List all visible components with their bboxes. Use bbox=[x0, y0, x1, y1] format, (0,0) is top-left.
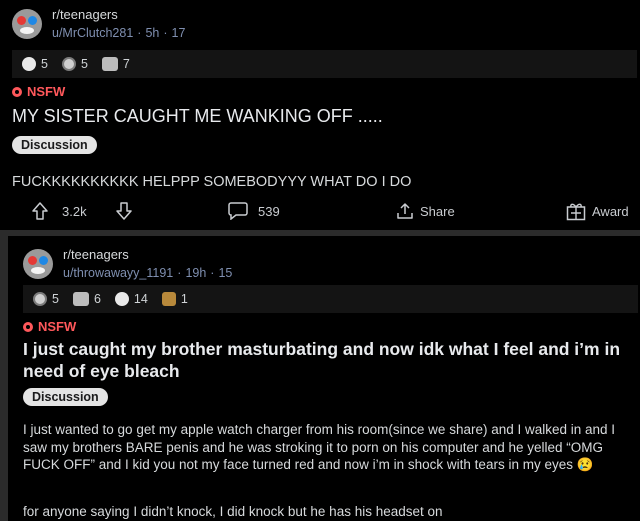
award-item: 7 bbox=[101, 57, 130, 71]
upvote-button[interactable]: 3.2k bbox=[32, 202, 87, 220]
wholesome-award-icon bbox=[22, 57, 36, 71]
post-body-paragraph: I just wanted to go get my apple watch c… bbox=[23, 422, 616, 472]
subreddit-name[interactable]: r/teenagers bbox=[52, 6, 185, 24]
share-label: Share bbox=[420, 203, 455, 219]
post-time: 5h bbox=[145, 26, 160, 40]
upvote-icon bbox=[32, 202, 48, 220]
post-flair[interactable]: Discussion bbox=[23, 388, 108, 406]
post-header: r/teenagers u/throwawayy_1191 · 19h · 15 bbox=[23, 246, 232, 282]
subreddit-avatar[interactable] bbox=[23, 249, 53, 279]
downvote-button[interactable] bbox=[116, 202, 132, 220]
post-card-1[interactable]: r/teenagers u/MrClutch281 · 5h · 17 5 5 7 NS… bbox=[0, 0, 640, 230]
post-title[interactable]: I just caught my brother masturbating an… bbox=[23, 338, 623, 382]
gold-award-icon bbox=[161, 292, 176, 306]
post-byline: u/MrClutch281 · 5h · 17 bbox=[52, 26, 186, 40]
nsfw-tag: NSFW bbox=[23, 319, 76, 334]
award-item: 5 bbox=[22, 57, 48, 71]
award-label: Award bbox=[592, 203, 629, 219]
award-item: 14 bbox=[114, 292, 148, 306]
vote-count: 3.2k bbox=[62, 203, 87, 219]
post-body[interactable]: FUCKKKKKKKKKK HELPPP SOMEBODYYY WHAT DO … bbox=[12, 174, 411, 190]
post-body[interactable]: I just wanted to go get my apple watch c… bbox=[23, 421, 628, 474]
award-item: 5 bbox=[33, 292, 59, 306]
subreddit-avatar[interactable] bbox=[12, 9, 42, 39]
nsfw-icon bbox=[23, 321, 33, 332]
username[interactable]: u/throwawayy_1191 bbox=[63, 266, 173, 280]
view-count: 17 bbox=[171, 26, 186, 40]
award-item: 5 bbox=[61, 57, 88, 71]
post-header: r/teenagers u/MrClutch281 · 5h · 17 bbox=[12, 6, 185, 42]
wholesome-award-icon bbox=[114, 292, 129, 306]
helpful-award-icon bbox=[72, 292, 89, 306]
helpful-award-icon bbox=[101, 57, 118, 71]
award-button[interactable]: Award bbox=[566, 202, 629, 221]
post-card-2[interactable]: r/teenagers u/throwawayy_1191 · 19h · 15 5 6… bbox=[0, 236, 640, 521]
username[interactable]: u/MrClutch281 bbox=[52, 26, 133, 40]
post-flair[interactable]: Discussion bbox=[12, 136, 97, 154]
nsfw-tag: NSFW bbox=[12, 84, 65, 99]
awards-bar[interactable]: 5 6 14 1 bbox=[23, 285, 638, 313]
post-body-paragraph-2[interactable]: for anyone saying I didn’t knock, I did … bbox=[23, 503, 628, 521]
post-actions: 3.2k 539 Share Award bbox=[0, 200, 640, 222]
share-icon bbox=[397, 203, 413, 219]
comment-icon bbox=[228, 202, 248, 220]
silver-award-icon bbox=[61, 57, 76, 71]
nsfw-icon bbox=[12, 86, 22, 97]
awards-bar[interactable]: 5 5 7 bbox=[12, 50, 637, 78]
comments-button[interactable]: 539 bbox=[228, 202, 280, 220]
gift-icon bbox=[566, 203, 586, 220]
share-button[interactable]: Share bbox=[396, 202, 455, 220]
award-item: 1 bbox=[161, 292, 188, 306]
silver-award-icon bbox=[33, 292, 47, 306]
post-byline: u/throwawayy_1191 · 19h · 15 bbox=[63, 266, 233, 280]
post-time: 19h bbox=[185, 266, 207, 280]
view-count: 15 bbox=[218, 266, 233, 280]
subreddit-name[interactable]: r/teenagers bbox=[63, 246, 232, 264]
crying-emoji-icon: 😢 bbox=[576, 457, 594, 472]
award-item: 6 bbox=[72, 292, 101, 306]
post-title[interactable]: MY SISTER CAUGHT ME WANKING OFF ..... bbox=[12, 106, 632, 127]
downvote-icon bbox=[116, 202, 132, 220]
comment-count: 539 bbox=[258, 203, 280, 219]
